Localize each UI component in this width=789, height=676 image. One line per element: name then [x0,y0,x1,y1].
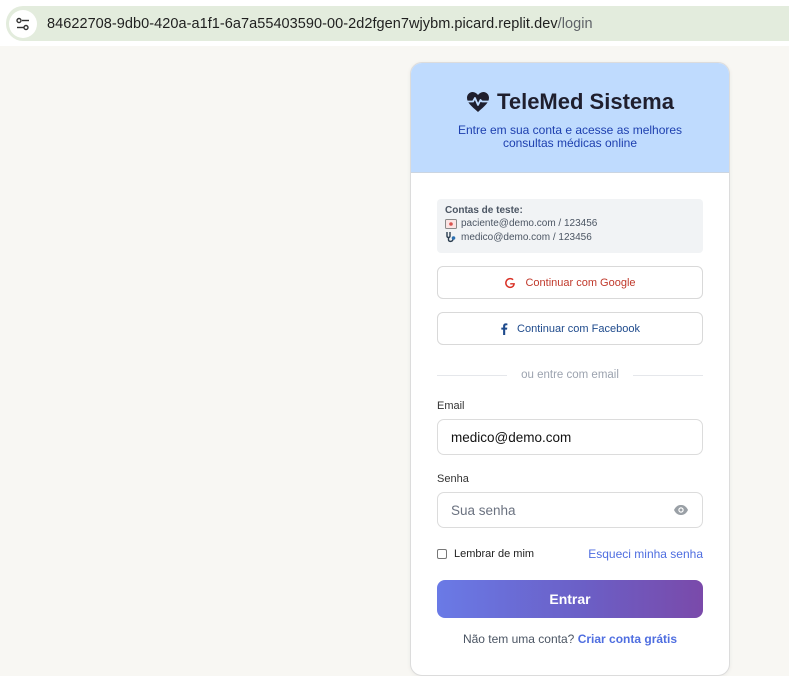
tune-icon [16,17,29,30]
password-placeholder: Sua senha [451,502,516,518]
site-info-button[interactable] [9,9,37,38]
card-body: Contas de teste: paciente@demo.com / 123… [411,173,729,646]
google-login-label: Continuar com Google [525,276,636,289]
email-label: Email [437,400,465,412]
facebook-login-label: Continuar com Facebook [517,322,640,335]
email-field[interactable]: medico@demo.com [437,419,703,455]
signup-link[interactable]: Criar conta grátis [578,632,677,646]
stethoscope-icon [446,232,456,243]
signup-text: Não tem uma conta? [462,632,575,646]
patient-card-icon [445,218,457,229]
url-host: 84622708-9db0-420a-a1f1-6a7a55403590-00-… [47,15,558,32]
heart-pulse-icon [467,92,490,112]
divider-line [437,374,508,376]
test-accounts-title: Contas de teste: [445,205,523,216]
brand-name: TeleMed Sistema [497,89,674,114]
remember-label: Lembrar de mim [454,548,535,560]
divider-line [632,374,704,376]
header-subtitle: Entre em sua conta e acesse as melhores … [457,123,683,150]
facebook-login-button[interactable]: Continuar com Facebook [437,312,703,345]
eye-icon[interactable] [673,504,689,516]
password-field[interactable]: Sua senha [437,492,703,528]
remember-me[interactable]: Lembrar de mim [437,548,534,560]
signup-prompt: Não tem uma conta? Criar conta grátis [437,632,703,646]
submit-button[interactable]: Entrar [437,580,703,618]
url-text[interactable]: 84622708-9db0-420a-a1f1-6a7a55403590-00-… [47,16,593,32]
test-accounts-box: Contas de teste: paciente@demo.com / 123… [437,199,703,253]
test-account-row: medico@demo.com / 123456 [445,231,695,243]
facebook-icon [501,322,508,335]
password-label: Senha [437,473,469,485]
google-login-button[interactable]: Continuar com Google [437,266,703,299]
test-account-patient: paciente@demo.com / 123456 [461,218,598,229]
divider-text: ou entre com email [521,369,619,381]
divider: ou entre com email [437,369,704,381]
card-header: TeleMed Sistema Entre em sua conta e ace… [411,63,729,173]
test-account-doctor: medico@demo.com / 123456 [461,231,592,243]
login-card: TeleMed Sistema Entre em sua conta e ace… [410,62,730,676]
login-options: Lembrar de mim Esqueci minha senha [437,547,703,561]
remember-checkbox[interactable] [437,549,447,559]
test-account-row: paciente@demo.com / 123456 [445,218,695,229]
url-path: /login [557,15,593,32]
brand: TeleMed Sistema [411,89,729,115]
url-bar[interactable]: 84622708-9db0-420a-a1f1-6a7a55403590-00-… [6,6,789,41]
email-value: medico@demo.com [451,429,572,445]
forgot-password-link[interactable]: Esqueci minha senha [588,547,703,561]
google-icon [505,277,516,288]
browser-address-bar: 84622708-9db0-420a-a1f1-6a7a55403590-00-… [0,0,789,46]
